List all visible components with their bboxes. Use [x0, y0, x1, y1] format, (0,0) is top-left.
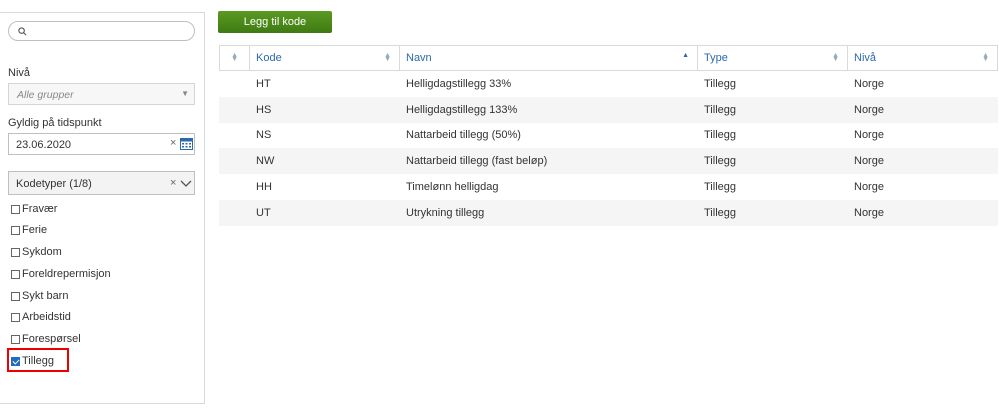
checkbox-fravaer[interactable]: Fravær	[11, 201, 57, 217]
checkbox-box[interactable]	[11, 312, 20, 322]
checkbox-label: Foreldrepermisjon	[22, 268, 111, 280]
level-placeholder: Alle grupper	[17, 89, 74, 101]
cell-kode: HH	[256, 181, 272, 194]
sort-icon[interactable]: ▲ ▼	[384, 52, 391, 63]
date-value: 23.06.2020	[16, 139, 72, 151]
cell-type: Tillegg	[704, 129, 736, 142]
level-label: Nivå	[8, 67, 31, 79]
chevron-down-icon[interactable]	[180, 177, 192, 189]
cell-type: Tillegg	[704, 181, 736, 194]
cell-niva: Norge	[854, 77, 884, 90]
cell-navn: Nattarbeid tillegg (50%)	[406, 129, 521, 142]
cell-navn: Helligdagstillegg 33%	[406, 77, 512, 90]
checkbox-label: Sykt barn	[22, 290, 69, 302]
row-select	[219, 123, 250, 149]
checkbox-box[interactable]	[11, 334, 20, 344]
level-select[interactable]: Alle grupper ▼	[8, 83, 195, 105]
row-select	[219, 71, 250, 97]
row-select	[219, 148, 250, 174]
highlight-box	[7, 348, 69, 372]
cell-type: Tillegg	[704, 77, 736, 90]
caret-down-icon: ▼	[181, 89, 189, 98]
table-row[interactable]: HS Helligdagstillegg 133% Tillegg Norge	[219, 96, 998, 123]
cell-kode: NS	[256, 129, 272, 142]
cell-niva: Norge	[854, 206, 884, 219]
valid-date-label: Gyldig på tidspunkt	[8, 117, 102, 129]
calendar-icon[interactable]	[180, 137, 193, 150]
table-row[interactable]: NS Nattarbeid tillegg (50%) Tillegg Norg…	[219, 123, 998, 149]
cell-kode: NW	[256, 155, 275, 168]
checkbox-label: Forespørsel	[22, 333, 81, 345]
select-column-header[interactable]: ▲ ▼	[219, 46, 250, 70]
cell-kode: HS	[256, 103, 272, 116]
column-header-niva[interactable]: Nivå ▲ ▼	[848, 46, 998, 70]
checkbox-box[interactable]	[11, 225, 20, 235]
sort-icon[interactable]: ▲ ▼	[832, 52, 839, 63]
table-row[interactable]: HT Helligdagstillegg 33% Tillegg Norge	[219, 71, 998, 97]
cell-kode: UT	[256, 206, 271, 219]
cell-navn: Nattarbeid tillegg (fast beløp)	[406, 155, 548, 168]
checkbox-label: Sykdom	[22, 246, 62, 258]
checkbox-sykdom[interactable]: Sykdom	[11, 244, 62, 260]
checkbox-ferie[interactable]: Ferie	[11, 222, 47, 238]
cell-niva: Norge	[854, 129, 884, 142]
codetypes-dropdown[interactable]: Kodetyper (1/8) ×	[8, 171, 195, 195]
table-header: ▲ ▼ Kode ▲ ▼ Navn ▲ Type ▲ ▼ Nivå ▲ ▼	[219, 46, 998, 71]
cell-kode: HT	[256, 77, 271, 90]
cell-type: Tillegg	[704, 206, 736, 219]
checkbox-box[interactable]	[11, 204, 20, 214]
row-select	[219, 97, 250, 123]
cell-navn: Utrykning tillegg	[406, 206, 485, 219]
cell-type: Tillegg	[704, 103, 736, 116]
checkbox-label: Ferie	[22, 224, 48, 236]
clear-codetypes-icon[interactable]: ×	[170, 177, 176, 189]
cell-niva: Norge	[854, 103, 884, 116]
cell-navn: Timelønn helligdag	[406, 181, 499, 194]
column-header-navn[interactable]: Navn ▲	[400, 46, 698, 70]
checkbox-sykt-barn[interactable]: Sykt barn	[11, 288, 68, 304]
codetypes-label: Kodetyper (1/8)	[16, 178, 92, 190]
checkbox-box[interactable]	[11, 247, 20, 257]
table-row[interactable]: NW Nattarbeid tillegg (fast beløp) Tille…	[219, 148, 998, 175]
checkbox-foreldrepermisjon[interactable]: Foreldrepermisjon	[11, 266, 111, 282]
cell-navn: Helligdagstillegg 133%	[406, 103, 518, 116]
search-icon	[18, 27, 27, 36]
sort-icon[interactable]: ▲ ▼	[982, 52, 989, 63]
cell-niva: Norge	[854, 155, 884, 168]
clear-date-icon[interactable]: ×	[170, 137, 176, 149]
checkbox-foresporsel[interactable]: Forespørsel	[11, 331, 81, 347]
cell-niva: Norge	[854, 181, 884, 194]
row-select	[219, 200, 250, 226]
checkbox-label: Fravær	[22, 203, 58, 215]
column-header-kode[interactable]: Kode ▲ ▼	[250, 46, 400, 70]
table-row[interactable]: HH Timelønn helligdag Tillegg Norge	[219, 174, 998, 200]
row-select	[219, 174, 250, 200]
sort-icon[interactable]: ▲ ▼	[231, 52, 238, 63]
add-code-button[interactable]: Legg til kode	[218, 11, 332, 33]
search-input[interactable]	[8, 21, 195, 41]
sort-asc-icon[interactable]: ▲	[682, 52, 689, 59]
column-header-type[interactable]: Type ▲ ▼	[698, 46, 848, 70]
checkbox-box[interactable]	[11, 269, 20, 279]
table-row[interactable]: UT Utrykning tillegg Tillegg Norge	[219, 199, 998, 226]
checkbox-label: Arbeidstid	[22, 311, 71, 323]
checkbox-box[interactable]	[11, 291, 20, 301]
checkbox-arbeidstid[interactable]: Arbeidstid	[11, 309, 71, 325]
date-field[interactable]: 23.06.2020 ×	[8, 133, 195, 155]
cell-type: Tillegg	[704, 155, 736, 168]
codes-table: ▲ ▼ Kode ▲ ▼ Navn ▲ Type ▲ ▼ Nivå ▲ ▼ HT Helligd…	[219, 45, 998, 226]
